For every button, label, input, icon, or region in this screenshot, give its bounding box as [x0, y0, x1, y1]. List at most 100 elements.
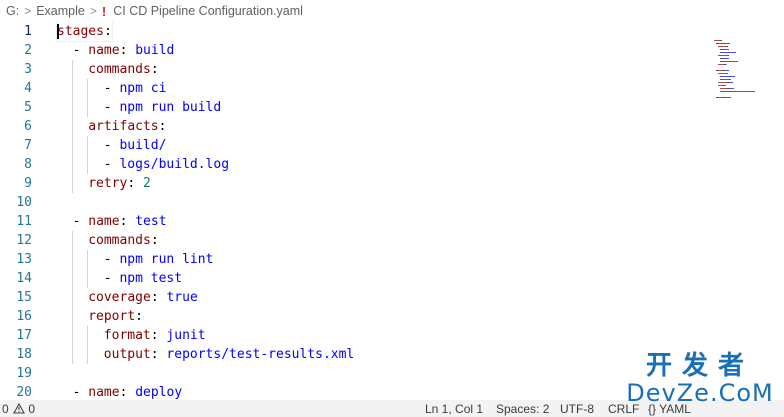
code-line[interactable]: coverage: true [88, 288, 198, 307]
code-line[interactable]: - npm ci [104, 79, 167, 98]
indent-guide [71, 117, 73, 136]
cursor-position[interactable]: Ln 1, Col 1 [425, 401, 483, 417]
line-number: 15 [16, 290, 32, 305]
code-line[interactable]: commands: [88, 231, 158, 250]
indent-guide [71, 79, 73, 98]
minimap-token [728, 88, 735, 89]
code-token: stages [57, 24, 104, 39]
code-line[interactable]: output: reports/test-results.xml [104, 345, 354, 364]
line-number: 19 [16, 366, 32, 381]
minimap-token [726, 73, 728, 74]
code-token: name [88, 385, 120, 400]
code-token: npm test [119, 271, 183, 286]
code-token: : [150, 62, 159, 77]
line-number: 3 [24, 62, 32, 77]
code-token: true [166, 290, 198, 305]
code-token: logs/build.log [119, 157, 230, 172]
chevron-right-icon: > [24, 4, 32, 18]
code-line[interactable]: artifacts: [88, 117, 166, 136]
code-token: - [72, 214, 89, 229]
code-token: coverage [88, 290, 151, 305]
line-number: 2 [24, 43, 32, 58]
breadcrumb: G: > Example > ! CI CD Pipeline Configur… [0, 0, 784, 22]
minimap-token [724, 97, 732, 98]
code-token: - [103, 157, 120, 172]
minimap-token [718, 55, 728, 56]
code-line[interactable]: commands: [88, 60, 158, 79]
indent-guide [71, 288, 73, 307]
minimap-token [724, 70, 730, 71]
yaml-file-icon: ! [101, 3, 107, 19]
minimap-token [722, 76, 736, 77]
code-token: - [72, 43, 89, 58]
code-token: 2 [142, 176, 151, 191]
watermark-cn: 开发者 [645, 351, 754, 381]
indent-guide [71, 269, 73, 288]
minimap-token [724, 85, 726, 86]
code-line[interactable]: format: junit [104, 326, 206, 345]
code-token: output [103, 347, 151, 362]
line-number: 14 [16, 271, 32, 286]
code-token: build [135, 43, 175, 58]
line-number: 13 [16, 252, 32, 267]
code-line[interactable]: - name: deploy [73, 383, 183, 400]
code-token: - [103, 81, 120, 96]
indent-guide [71, 307, 73, 326]
text-cursor [57, 24, 59, 39]
code-line[interactable]: - name: build [73, 41, 175, 60]
minimap-token [722, 58, 729, 59]
line-number: 12 [16, 233, 32, 248]
breadcrumb-drive[interactable]: G: [6, 4, 19, 18]
code-line[interactable]: - logs/build.log [104, 155, 229, 174]
line-number: 7 [24, 138, 32, 153]
indent-guide [87, 269, 89, 288]
code-token: commands [88, 62, 151, 77]
minimap-token [726, 46, 728, 47]
minimap-token [718, 82, 727, 83]
code-token: npm run build [119, 100, 222, 115]
minimap[interactable] [714, 40, 778, 120]
indentation-setting[interactable]: Spaces: 2 [496, 401, 549, 417]
code-line[interactable]: - npm run build [104, 98, 221, 117]
minimap-token [727, 55, 729, 56]
breadcrumb-file[interactable]: CI CD Pipeline Configuration.yaml [113, 4, 303, 18]
code-line[interactable]: - npm run lint [104, 250, 214, 269]
minimap-token [718, 73, 727, 74]
minimap-token [720, 40, 722, 41]
code-token: : [150, 290, 167, 305]
line-number: 9 [24, 176, 32, 191]
code-line[interactable]: report: [88, 307, 143, 326]
code-area[interactable]: stages: - name: build commands: - npm ci - n… [56, 22, 694, 400]
encoding-setting[interactable]: UTF-8 [560, 401, 594, 417]
code-token: test [135, 214, 167, 229]
code-token: : [158, 119, 167, 134]
line-number: 6 [24, 119, 32, 134]
line-number-gutter: 1 2 3 4 5 6 7 8 9 10 11 12 13 14 15 16 17 18 19 20 [0, 22, 40, 400]
code-token: retry [88, 176, 128, 191]
code-token: name [88, 214, 120, 229]
minimap-token [722, 49, 729, 50]
code-line[interactable]: retry: 2 [88, 174, 151, 193]
line-number: 16 [16, 309, 32, 324]
problems-indicator[interactable]: 0 0 [2, 401, 35, 417]
code-line[interactable]: - name: test [73, 212, 167, 231]
warning-icon [13, 402, 25, 414]
code-token: report [88, 309, 136, 324]
minimap-token [729, 82, 734, 83]
warning-count: 0 [28, 402, 36, 416]
indent-guide [71, 174, 73, 193]
code-token: : [103, 24, 112, 39]
minimap-token [720, 88, 727, 89]
code-token: - [72, 385, 89, 400]
code-editor[interactable]: 1 2 3 4 5 6 7 8 9 10 11 12 13 14 15 16 17 18 19 20 stages: -… [0, 22, 784, 400]
code-line[interactable]: stages: [56, 22, 113, 42]
minimap-token [722, 79, 731, 80]
breadcrumb-folder[interactable]: Example [36, 4, 85, 18]
code-token: : [119, 214, 136, 229]
code-token: format [103, 328, 151, 343]
code-line[interactable]: - build/ [104, 136, 167, 155]
code-line[interactable]: - npm test [104, 269, 182, 288]
chevron-right-icon: > [89, 4, 97, 18]
minimap-token [718, 46, 727, 47]
line-number: 11 [16, 214, 32, 229]
